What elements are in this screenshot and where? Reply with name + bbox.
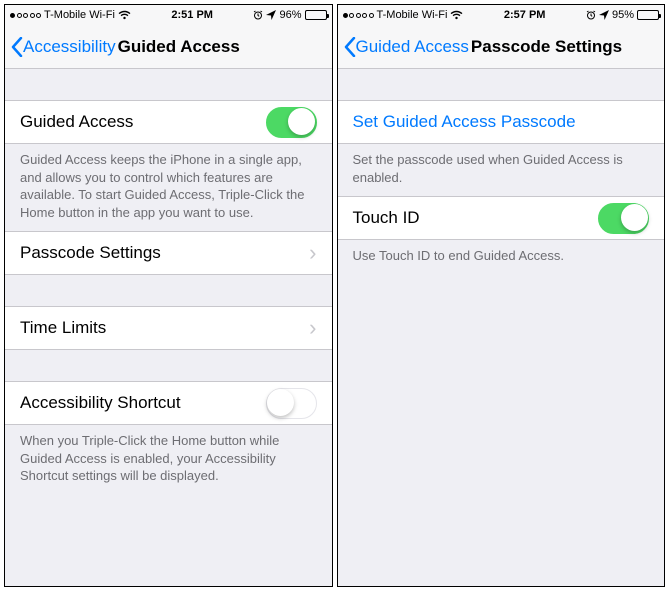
accessibility-shortcut-row: Accessibility Shortcut — [5, 381, 332, 425]
settings-list: Guided Access Guided Access keeps the iP… — [5, 69, 332, 586]
touch-id-footer: Use Touch ID to end Guided Access. — [338, 240, 665, 275]
location-icon — [599, 10, 609, 20]
time-limits-row[interactable]: Time Limits › — [5, 306, 332, 350]
row-label: Accessibility Shortcut — [20, 393, 181, 413]
accessibility-shortcut-toggle[interactable] — [266, 388, 317, 419]
chevron-right-icon: › — [309, 315, 316, 341]
page-title: Passcode Settings — [471, 37, 622, 57]
alarm-icon — [586, 10, 596, 20]
guided-access-toggle[interactable] — [266, 107, 317, 138]
row-label: Time Limits — [20, 318, 106, 338]
touch-id-row: Touch ID — [338, 196, 665, 240]
set-passcode-footer: Set the passcode used when Guided Access… — [338, 144, 665, 196]
guided-access-footer: Guided Access keeps the iPhone in a sing… — [5, 144, 332, 231]
accessibility-shortcut-footer: When you Triple-Click the Home button wh… — [5, 425, 332, 495]
page-title: Guided Access — [118, 37, 240, 57]
chevron-left-icon — [11, 37, 23, 57]
battery-icon — [637, 10, 659, 20]
chevron-left-icon — [344, 37, 356, 57]
nav-bar: Accessibility Guided Access — [5, 25, 332, 69]
wifi-icon — [118, 10, 131, 20]
battery-icon — [305, 10, 327, 20]
clock-label: 2:57 PM — [504, 9, 546, 21]
row-label: Guided Access — [20, 112, 133, 132]
wifi-icon — [450, 10, 463, 20]
nav-bar: Guided Access Passcode Settings — [338, 25, 665, 69]
settings-list: Set Guided Access Passcode Set the passc… — [338, 69, 665, 586]
touch-id-toggle[interactable] — [598, 203, 649, 234]
row-label: Touch ID — [353, 208, 420, 228]
alarm-icon — [253, 10, 263, 20]
set-passcode-row[interactable]: Set Guided Access Passcode — [338, 100, 665, 144]
clock-label: 2:51 PM — [171, 9, 213, 21]
phone-left: T-Mobile Wi-Fi 2:51 PM 96% Accessibility… — [4, 4, 333, 587]
location-icon — [266, 10, 276, 20]
status-bar: T-Mobile Wi-Fi 2:51 PM 96% — [5, 5, 332, 25]
battery-percent-label: 95% — [612, 9, 634, 21]
status-bar: T-Mobile Wi-Fi 2:57 PM 95% — [338, 5, 665, 25]
back-button[interactable]: Accessibility — [11, 37, 116, 57]
row-label: Set Guided Access Passcode — [353, 112, 576, 132]
battery-percent-label: 96% — [279, 9, 301, 21]
carrier-label: T-Mobile Wi-Fi — [377, 9, 448, 21]
signal-dots-icon — [343, 13, 374, 18]
back-label: Accessibility — [23, 37, 116, 57]
signal-dots-icon — [10, 13, 41, 18]
back-button[interactable]: Guided Access — [344, 37, 469, 57]
phone-right: T-Mobile Wi-Fi 2:57 PM 95% Guided Access… — [337, 4, 666, 587]
guided-access-row: Guided Access — [5, 100, 332, 144]
chevron-right-icon: › — [309, 240, 316, 266]
passcode-settings-row[interactable]: Passcode Settings › — [5, 231, 332, 275]
carrier-label: T-Mobile Wi-Fi — [44, 9, 115, 21]
back-label: Guided Access — [356, 37, 469, 57]
row-label: Passcode Settings — [20, 243, 161, 263]
